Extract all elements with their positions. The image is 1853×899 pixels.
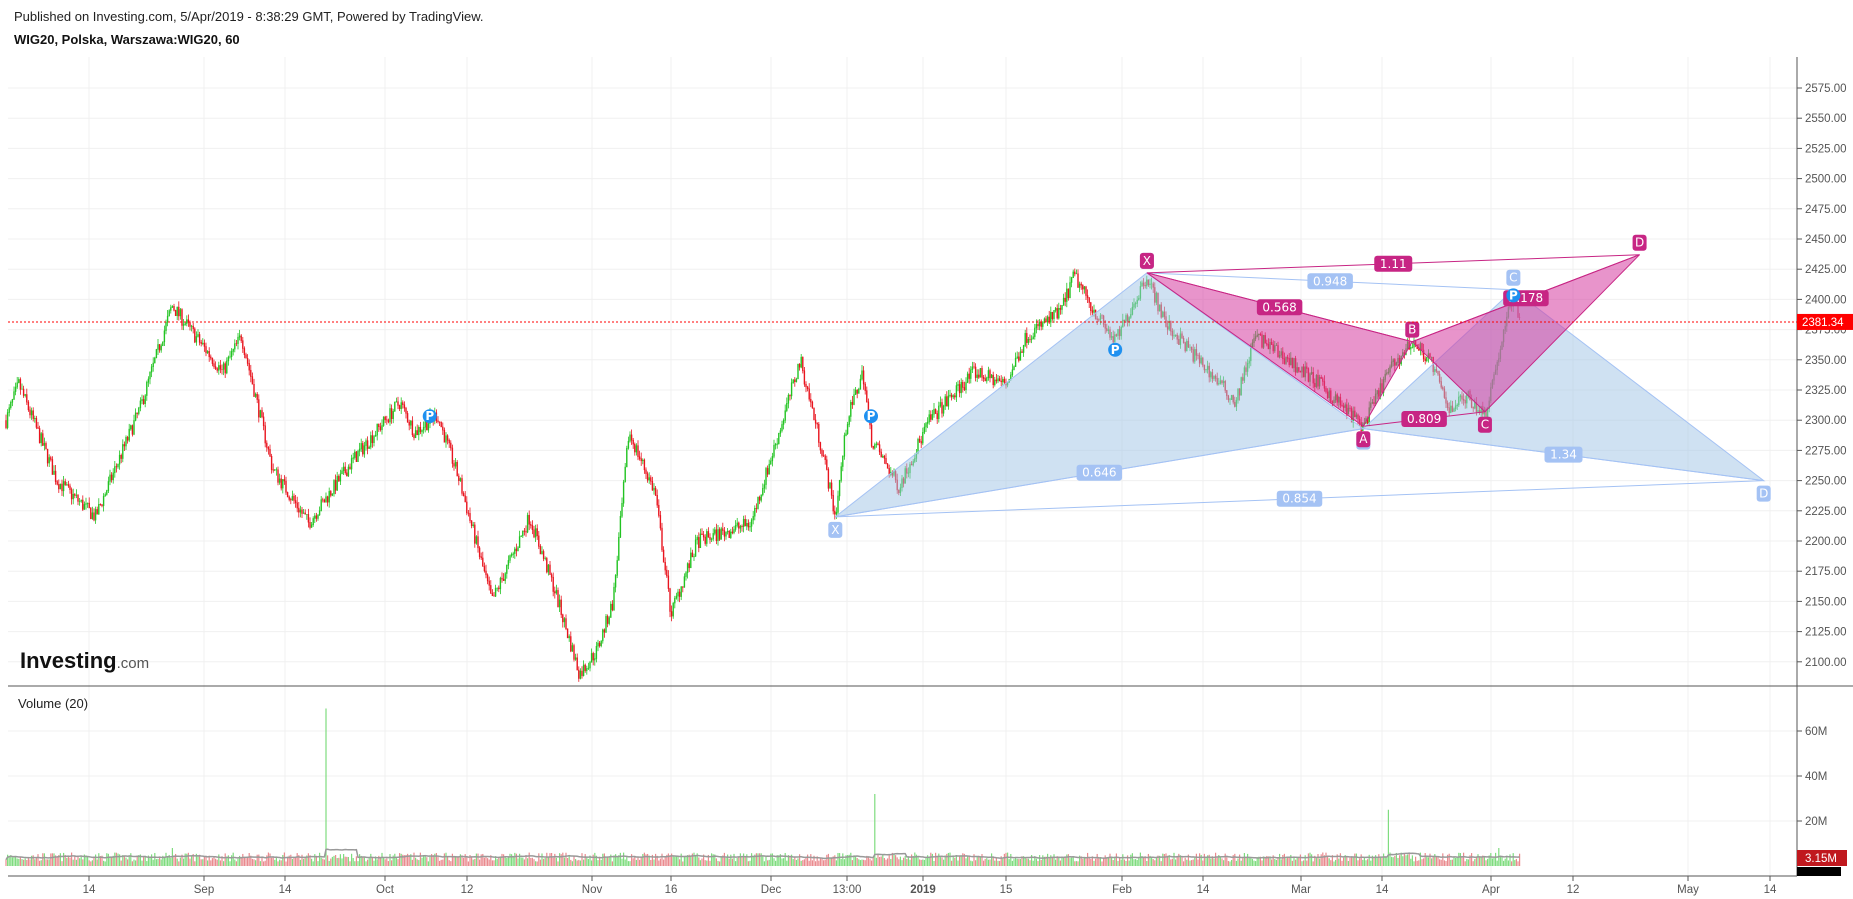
price-tick-label: 2425.00 bbox=[1805, 264, 1847, 276]
price-tick-label: 2500.00 bbox=[1805, 174, 1847, 186]
price-tick-label: 2325.00 bbox=[1805, 385, 1847, 397]
harmonic-pattern-blue: 0.646 0.948 1.34 0.854 X A B C D bbox=[828, 252, 1771, 538]
volume-tick-label: 60M bbox=[1805, 726, 1827, 738]
point-label-d: D bbox=[1759, 487, 1768, 501]
logo-main: Investing bbox=[20, 648, 117, 673]
pivot-label: P bbox=[1111, 343, 1120, 357]
pivot-marker: P bbox=[1506, 288, 1521, 303]
price-tick-label: 2350.00 bbox=[1805, 355, 1847, 367]
time-tick-label: 12 bbox=[461, 884, 474, 896]
time-tick-label: Mar bbox=[1291, 884, 1311, 896]
time-tick-label: 14 bbox=[279, 884, 292, 896]
price-chart[interactable]: 0.6460.9481.340.854XABCD0.5680.8092.1781… bbox=[0, 0, 1853, 899]
time-tick-label: 14 bbox=[1197, 884, 1210, 896]
volume-tick-label: 40M bbox=[1805, 771, 1827, 783]
price-tick-label: 2175.00 bbox=[1805, 566, 1847, 578]
point-label-c: C bbox=[1509, 271, 1517, 285]
pivot-marker: P bbox=[422, 409, 437, 424]
time-tick-label: Feb bbox=[1112, 884, 1132, 896]
logo-suffix: .com bbox=[116, 655, 150, 672]
last-price-value: 2381.34 bbox=[1802, 317, 1844, 329]
time-tick-label: Dec bbox=[761, 884, 782, 896]
time-tick-label: 14 bbox=[1376, 884, 1389, 896]
point-label-x: X bbox=[1143, 254, 1151, 268]
price-tick-label: 2250.00 bbox=[1805, 476, 1847, 488]
time-tick-label: Apr bbox=[1482, 884, 1500, 896]
price-tick-label: 2225.00 bbox=[1805, 506, 1847, 518]
volume-indicator-label: Volume (20) bbox=[18, 696, 89, 711]
volume-tick-label: 20M bbox=[1805, 816, 1827, 828]
time-tick-label: 16 bbox=[665, 884, 678, 896]
price-tick-label: 2525.00 bbox=[1805, 143, 1847, 155]
time-tick-label: 12 bbox=[1567, 884, 1580, 896]
pivot-label: P bbox=[425, 409, 434, 423]
price-tick-label: 2300.00 bbox=[1805, 415, 1847, 427]
pivot-label: P bbox=[1509, 288, 1518, 302]
ratio-label-bd: 1.34 bbox=[1550, 448, 1577, 462]
ratio-label-ac: 0.809 bbox=[1407, 412, 1441, 426]
point-label-a: A bbox=[1359, 432, 1368, 446]
pivot-marker: P bbox=[864, 409, 878, 424]
last-volume-value: 3.15M bbox=[1805, 853, 1837, 865]
time-tick-label: 2019 bbox=[910, 884, 936, 896]
point-label-b: B bbox=[1408, 323, 1416, 337]
harmonic-patterns: 0.6460.9481.340.854XABCD0.5680.8092.1781… bbox=[422, 234, 1771, 538]
pivot-marker: P bbox=[1108, 342, 1123, 357]
price-tick-label: 2150.00 bbox=[1805, 596, 1847, 608]
price-tick-label: 2125.00 bbox=[1805, 627, 1847, 639]
time-tick-label: 14 bbox=[1764, 884, 1777, 896]
price-tick-label: 2200.00 bbox=[1805, 536, 1847, 548]
price-tick-label: 2550.00 bbox=[1805, 113, 1847, 125]
time-tick-label: 13:00 bbox=[833, 884, 862, 896]
ratio-label-xb: 0.568 bbox=[1262, 300, 1296, 314]
ratio-label-ac: 0.948 bbox=[1313, 274, 1347, 288]
time-tick-label: 14 bbox=[83, 884, 96, 896]
point-label-x: X bbox=[831, 523, 839, 537]
point-label-c: C bbox=[1481, 418, 1489, 432]
pivot-label: P bbox=[867, 409, 876, 423]
price-tick-label: 2275.00 bbox=[1805, 445, 1847, 457]
price-tick-label: 2575.00 bbox=[1805, 83, 1847, 95]
time-tick-label: 15 bbox=[1000, 884, 1013, 896]
ratio-label-xd: 1.11 bbox=[1380, 257, 1407, 271]
price-tick-label: 2475.00 bbox=[1805, 204, 1847, 216]
investing-logo: Investing.com bbox=[20, 648, 149, 674]
time-tick-label: Sep bbox=[194, 884, 214, 896]
time-tick-label: May bbox=[1677, 884, 1699, 896]
time-tick-label: Oct bbox=[376, 884, 395, 896]
ratio-label-xb: 0.646 bbox=[1082, 466, 1116, 480]
time-tick-label: Nov bbox=[582, 884, 603, 896]
ratio-label-xd: 0.854 bbox=[1282, 492, 1316, 506]
volume-bars bbox=[5, 708, 1521, 866]
price-tick-label: 2100.00 bbox=[1805, 657, 1847, 669]
price-tick-label: 2400.00 bbox=[1805, 294, 1847, 306]
point-label-d: D bbox=[1635, 236, 1644, 250]
volume-ma-badge bbox=[1797, 867, 1841, 876]
price-tick-label: 2450.00 bbox=[1805, 234, 1847, 246]
